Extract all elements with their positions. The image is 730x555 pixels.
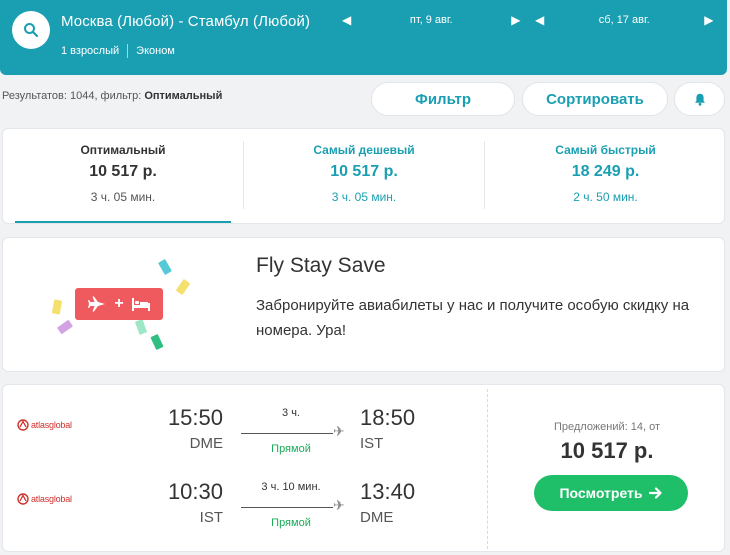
plus-sign: + [114, 295, 124, 312]
search-button[interactable] [12, 11, 50, 49]
flight-duration: 3 ч. [282, 407, 300, 419]
arrival-time: 13:40 [360, 479, 416, 504]
return-date-selector: ◀ сб, 17 авг. ▶ [535, 13, 713, 27]
atlasglobal-logo [17, 419, 29, 431]
arrival-airport: IST [360, 435, 384, 452]
promo-text: Забронируйте авиабилеты у нас и получите… [256, 297, 690, 339]
promo-title: Fly Stay Save [256, 254, 386, 277]
search-header: Москва (Любой) - Стамбул (Любой) 1 взрос… [0, 0, 727, 75]
arrow-right-icon [648, 487, 662, 499]
tab-duration: 3 ч. 05 мин. [331, 190, 397, 204]
view-offer-button[interactable]: Посмотреть [534, 475, 688, 511]
arrival-airport: DME [360, 509, 394, 526]
arrival-time: 18:50 [360, 405, 416, 430]
tab-title: Самый быстрый [555, 143, 656, 157]
airline-logo: atlasglobal [17, 493, 72, 505]
sort-button[interactable]: Сортировать [522, 82, 668, 116]
flight-result-card[interactable]: atlasglobal 15:50 DME 3 ч. ✈ Прямой 18:5… [2, 384, 725, 552]
return-date[interactable]: сб, 17 авг. [544, 14, 704, 26]
tab-optimal[interactable]: Оптимальный 10 517 р. 3 ч. 05 мин. [3, 129, 243, 223]
airline-name: atlasglobal [31, 494, 72, 504]
tab-cheapest[interactable]: Самый дешевый 10 517 р. 3 ч. 05 мин. [244, 129, 484, 223]
search-icon [24, 23, 39, 38]
offers-count: Предложений: 14, от [553, 421, 661, 433]
passengers-label: 1 взрослый [61, 45, 120, 57]
chevron-left-icon[interactable]: ◀ [535, 13, 544, 27]
flight-duration: 3 ч. 10 мин. [261, 481, 321, 493]
tab-price: 10 517 р. [89, 163, 157, 180]
cabin-class-label: Эконом [136, 45, 175, 57]
airline-logo: atlasglobal [17, 419, 72, 431]
departure-time: 15:50 [167, 405, 223, 430]
results-filter-value: Оптимальный [144, 90, 223, 102]
tab-price: 18 249 р. [571, 163, 640, 180]
confetti-decoration [51, 299, 63, 315]
departure-airport: IST [199, 509, 223, 526]
active-tab-indicator [15, 221, 231, 223]
tab-price: 10 517 р. [330, 163, 398, 180]
results-prefix: Результатов: 1044, фильтр: [2, 90, 142, 102]
departure-time: 10:30 [167, 479, 223, 504]
direct-label: Прямой [271, 443, 311, 455]
plane-icon: ✈ [333, 497, 345, 513]
bell-icon [694, 93, 705, 106]
atlasglobal-logo [17, 493, 29, 505]
route-line [241, 433, 333, 434]
flight-hotel-badge: + [75, 288, 163, 320]
confetti-decoration [56, 319, 74, 335]
route-line [241, 507, 333, 508]
card-divider [487, 389, 488, 549]
plane-icon [88, 296, 106, 312]
sort-tabs: Оптимальный 10 517 р. 3 ч. 05 мин. Самый… [2, 128, 725, 224]
return-leg: atlasglobal 10:30 IST 3 ч. 10 мин. ✈ Пря… [3, 477, 487, 537]
departure-airport: DME [189, 435, 223, 452]
view-button-label: Посмотреть [559, 485, 643, 501]
tab-fastest[interactable]: Самый быстрый 18 249 р. 2 ч. 50 мин. [485, 129, 724, 223]
chevron-right-icon[interactable]: ▶ [511, 13, 520, 27]
chevron-right-icon[interactable]: ▶ [704, 13, 713, 27]
route-title[interactable]: Москва (Любой) - Стамбул (Любой) [61, 13, 310, 30]
price-alert-button[interactable] [674, 82, 725, 116]
filter-button[interactable]: Фильтр [371, 82, 515, 116]
tab-title: Самый дешевый [313, 143, 415, 157]
promo-banner[interactable]: + Fly Stay Save Забронируйте авиабилеты … [2, 237, 725, 372]
passenger-class-info[interactable]: 1 взрослый Эконом [61, 44, 175, 58]
outbound-leg: atlasglobal 15:50 DME 3 ч. ✈ Прямой 18:5… [3, 403, 487, 463]
flight-price: 10 517 р. [560, 438, 654, 463]
chevron-left-icon[interactable]: ◀ [342, 13, 351, 27]
confetti-decoration [134, 319, 148, 335]
tab-duration: 2 ч. 50 мин. [573, 190, 638, 204]
confetti-decoration [175, 278, 191, 296]
confetti-decoration [158, 258, 172, 276]
plane-icon: ✈ [333, 423, 345, 439]
divider [127, 44, 129, 58]
confetti-decoration [150, 333, 164, 351]
direct-label: Прямой [271, 517, 311, 529]
tab-duration: 3 ч. 05 мин. [90, 190, 156, 204]
depart-date-selector: ◀ пт, 9 авг. ▶ [342, 13, 520, 27]
airline-name: atlasglobal [31, 420, 72, 430]
tab-title: Оптимальный [80, 143, 166, 157]
results-count: Результатов: 1044, фильтр: Оптимальный [2, 90, 222, 102]
bed-icon [131, 298, 150, 311]
depart-date[interactable]: пт, 9 авг. [351, 14, 511, 26]
